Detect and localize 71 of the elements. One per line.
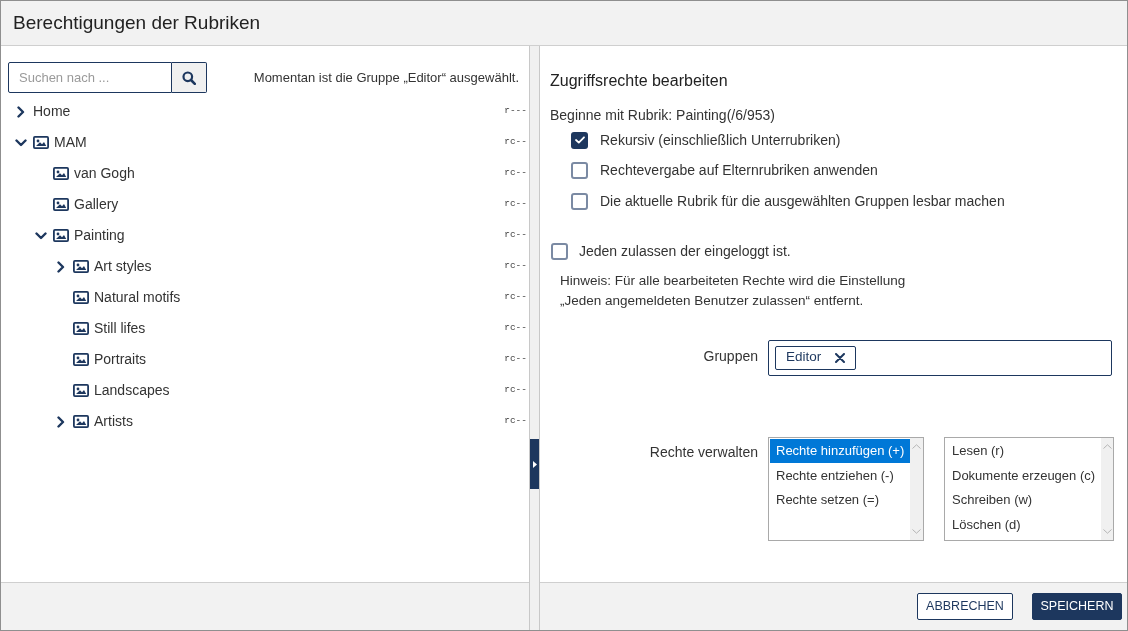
list-option[interactable]: Löschen (d) xyxy=(946,512,1102,537)
rights-text: rc-- xyxy=(504,197,527,212)
rights-text: rc-- xyxy=(504,352,527,367)
tree-item[interactable]: Portraits xyxy=(94,349,147,370)
rights-text: rc-- xyxy=(504,383,527,398)
search-field[interactable]: Suchen nach ... xyxy=(8,62,172,93)
tree-item[interactable]: Art styles xyxy=(94,256,152,277)
section-title: Zugriffsrechte bearbeiten xyxy=(550,71,729,91)
rights-text: rc-- xyxy=(504,259,527,274)
checkbox-label[interactable]: Jeden zulassen der eingeloggt ist. xyxy=(579,241,791,262)
tree-item[interactable]: Natural motifs xyxy=(94,287,181,308)
chevron-down-icon[interactable] xyxy=(35,231,47,240)
list-option[interactable]: Rechte entziehen (-) xyxy=(770,463,911,488)
chevron-right-icon[interactable] xyxy=(17,105,25,118)
close-icon[interactable] xyxy=(835,352,846,363)
hint-text: Hinweis: Für alle bearbeiteten Rechte wird die Einstellung „Jeden angemeldeten Benutzer zulassen“ entfernt. xyxy=(560,271,906,310)
rights-text: rc-- xyxy=(504,414,527,429)
chevron-right-icon[interactable] xyxy=(57,260,65,273)
checkbox-label[interactable]: Rechtevergabe auf Elternrubriken anwenden xyxy=(600,160,878,182)
image-icon xyxy=(33,136,49,149)
tree-item[interactable]: Landscapes xyxy=(94,380,170,401)
image-icon xyxy=(73,291,89,304)
rights-text: rc-- xyxy=(504,321,527,336)
checkbox[interactable] xyxy=(571,192,588,210)
list-option[interactable]: Dokumente erzeugen (c) xyxy=(946,463,1102,488)
image-icon xyxy=(73,322,89,335)
splitter-handle[interactable] xyxy=(530,439,539,489)
splitter[interactable] xyxy=(529,46,540,630)
checkbox[interactable] xyxy=(571,162,588,180)
image-icon xyxy=(73,353,89,366)
list-option[interactable]: Rechte hinzufügen (+) xyxy=(770,438,911,463)
tree-item[interactable]: Home xyxy=(33,101,71,122)
list-option[interactable]: Lesen (r) xyxy=(946,438,1102,463)
tree-item[interactable]: van Gogh xyxy=(74,163,135,184)
image-icon xyxy=(73,384,89,397)
field-label: Gruppen xyxy=(702,346,758,366)
chevron-down-icon[interactable] xyxy=(15,138,27,147)
rights-text: rc-- xyxy=(504,290,527,305)
chevron-right-icon[interactable] xyxy=(57,415,65,428)
checkbox[interactable] xyxy=(551,243,568,260)
caret-right-icon xyxy=(532,460,537,468)
image-icon xyxy=(73,260,89,273)
image-icon xyxy=(73,415,89,428)
image-icon xyxy=(53,167,69,180)
cancel-button[interactable]: ABBRECHEN xyxy=(917,593,1013,620)
tag-text: Editor xyxy=(786,348,822,367)
selection-info-text: Momentan ist die Gruppe „Editor“ ausgewählt. xyxy=(253,68,519,87)
rights-text: rc-- xyxy=(504,135,527,150)
checkbox[interactable] xyxy=(571,131,588,149)
rights-text: rc-- xyxy=(504,166,527,181)
field-label: Rechte verwalten xyxy=(648,442,758,462)
tree-item[interactable]: MAM xyxy=(54,132,87,153)
search-icon xyxy=(182,70,196,85)
checkbox-label[interactable]: Rekursiv (einschließlich Unterrubriken) xyxy=(600,129,841,151)
rights-text: r--- xyxy=(504,104,527,119)
tree-item[interactable]: Artists xyxy=(94,411,133,432)
search-button[interactable] xyxy=(172,62,207,93)
window-title: Berechtigungen der Rubriken xyxy=(13,10,261,35)
checkbox-label[interactable]: Die aktuelle Rubrik für die ausgewählten Gruppen lesbar machen xyxy=(600,190,1005,212)
tree-item[interactable]: Painting xyxy=(74,225,125,246)
start-category-text: Beginne mit Rubrik: Painting(/6/953) xyxy=(550,106,776,125)
image-icon xyxy=(53,229,69,242)
save-button[interactable]: SPEICHERN xyxy=(1032,593,1122,620)
list-option[interactable]: Rechte setzen (=) xyxy=(770,487,911,512)
tree-item[interactable]: Gallery xyxy=(74,194,119,215)
list-option[interactable]: Schreiben (w) xyxy=(946,487,1102,512)
tree-item[interactable]: Still lifes xyxy=(94,318,146,339)
check-icon xyxy=(574,136,585,145)
groups-field[interactable]: Editor xyxy=(768,339,1112,376)
image-icon xyxy=(53,198,69,211)
rights-text: rc-- xyxy=(504,228,527,243)
